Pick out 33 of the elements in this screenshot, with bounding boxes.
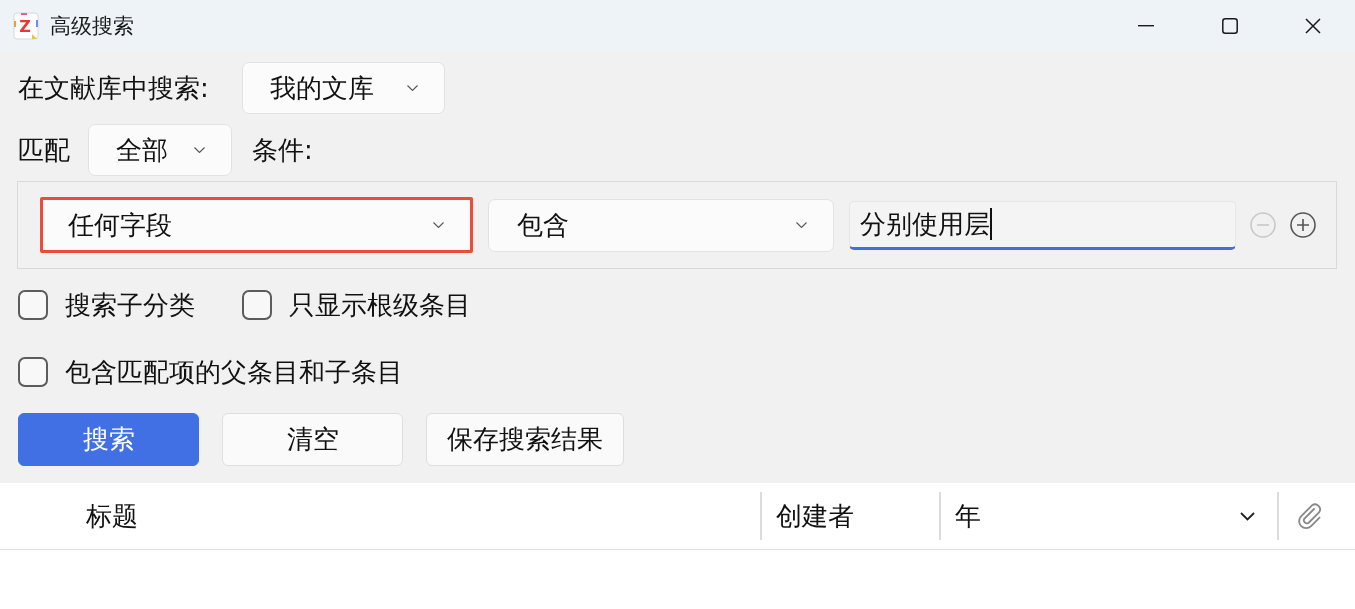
checkbox-label[interactable]: 只显示根级条目 (289, 287, 471, 323)
operator-dropdown[interactable]: 包含 (487, 198, 835, 252)
chevron-down-icon (796, 222, 808, 228)
library-label: 在文献库中搜索: (18, 71, 209, 105)
maximize-icon (1221, 18, 1238, 34)
app-logo: Z (13, 12, 39, 40)
chevron-down-icon (432, 222, 444, 228)
text-cursor-icon (990, 208, 992, 240)
checkbox-label[interactable]: 包含匹配项的父条目和子条目 (65, 354, 403, 390)
chevron-down-icon (194, 147, 205, 153)
column-header[interactable]: 创建者 (760, 492, 939, 540)
match-label: 匹配 (18, 133, 70, 167)
library-dropdown[interactable]: 我的文库 (241, 62, 445, 114)
action-button[interactable]: 清空 (222, 413, 403, 466)
checkbox[interactable] (18, 357, 48, 387)
minus-icon (1250, 212, 1276, 238)
column-header[interactable]: 标题 (0, 492, 760, 540)
window-title: 高级搜索 (50, 13, 134, 40)
checkbox-label[interactable]: 搜索子分类 (65, 287, 195, 323)
action-button[interactable]: 搜索 (18, 413, 199, 466)
plus-icon (1290, 212, 1316, 238)
checkbox[interactable] (18, 290, 48, 320)
chevron-down-icon (406, 85, 418, 91)
action-button[interactable]: 保存搜索结果 (426, 413, 624, 466)
minimize-icon (1138, 25, 1155, 27)
add-condition-button[interactable] (1290, 212, 1316, 238)
match-dropdown[interactable]: 全部 (88, 124, 232, 176)
column-header[interactable]: 年 (939, 492, 1277, 540)
conditions-label: 条件: (252, 133, 313, 167)
checkbox[interactable] (242, 290, 272, 320)
field-dropdown[interactable]: 任何字段 (40, 197, 473, 253)
close-icon (1305, 18, 1322, 34)
search-term-field[interactable]: 分别使用层 (849, 200, 1236, 250)
